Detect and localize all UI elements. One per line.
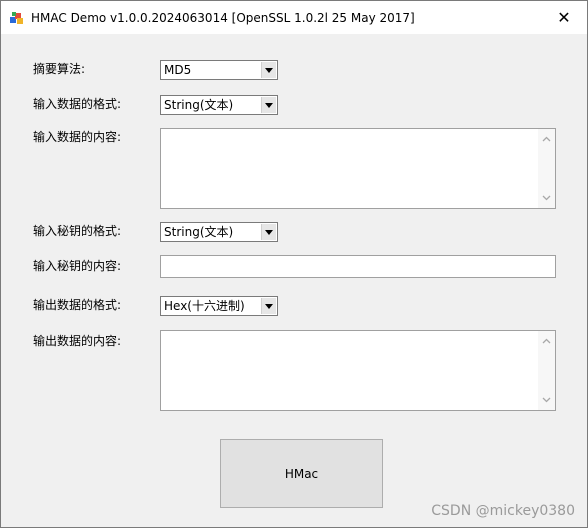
output-data-format-select[interactable]: Hex(十六进制)	[160, 296, 278, 316]
watermark: CSDN @mickey0380	[431, 503, 575, 519]
chevron-down-icon[interactable]	[261, 224, 276, 240]
key-content-label: 输入秘钥的内容:	[33, 259, 122, 273]
key-content-input[interactable]	[160, 255, 556, 278]
title-bar[interactable]: HMAC Demo v1.0.0.2024063014 [OpenSSL 1.0…	[1, 1, 587, 34]
digest-algorithm-label: 摘要算法:	[33, 62, 86, 76]
scroll-up-icon[interactable]	[542, 337, 551, 346]
close-button[interactable]: ✕	[541, 1, 587, 34]
input-data-format-value: String(文本)	[164, 98, 234, 112]
chevron-down-icon[interactable]	[261, 97, 276, 113]
hmac-button[interactable]: HMac	[220, 439, 383, 508]
window-title: HMAC Demo v1.0.0.2024063014 [OpenSSL 1.0…	[31, 11, 415, 25]
chevron-down-icon[interactable]	[261, 62, 276, 78]
output-data-content-textarea[interactable]	[160, 330, 556, 411]
input-data-content-label: 输入数据的内容:	[33, 130, 122, 144]
hmac-button-label: HMac	[284, 466, 319, 481]
main-window: HMAC Demo v1.0.0.2024063014 [OpenSSL 1.0…	[0, 0, 588, 528]
input-data-content-textarea[interactable]	[160, 128, 556, 209]
key-format-value: String(文本)	[164, 225, 234, 239]
scroll-down-icon[interactable]	[542, 193, 551, 202]
scroll-down-icon[interactable]	[542, 395, 551, 404]
digest-algorithm-value: MD5	[164, 63, 192, 77]
output-data-format-label: 输出数据的格式:	[33, 298, 122, 312]
app-icon	[10, 12, 23, 24]
input-data-format-label: 输入数据的格式:	[33, 97, 122, 111]
chevron-down-icon[interactable]	[261, 298, 276, 314]
input-data-format-select[interactable]: String(文本)	[160, 95, 278, 115]
vertical-scrollbar[interactable]	[538, 129, 555, 208]
output-data-format-value: Hex(十六进制)	[164, 299, 245, 313]
vertical-scrollbar[interactable]	[538, 331, 555, 410]
digest-algorithm-select[interactable]: MD5	[160, 60, 278, 80]
scroll-up-icon[interactable]	[542, 135, 551, 144]
close-icon: ✕	[557, 8, 571, 27]
key-format-select[interactable]: String(文本)	[160, 222, 278, 242]
key-format-label: 输入秘钥的格式:	[33, 224, 122, 238]
output-data-content-label: 输出数据的内容:	[33, 334, 122, 348]
